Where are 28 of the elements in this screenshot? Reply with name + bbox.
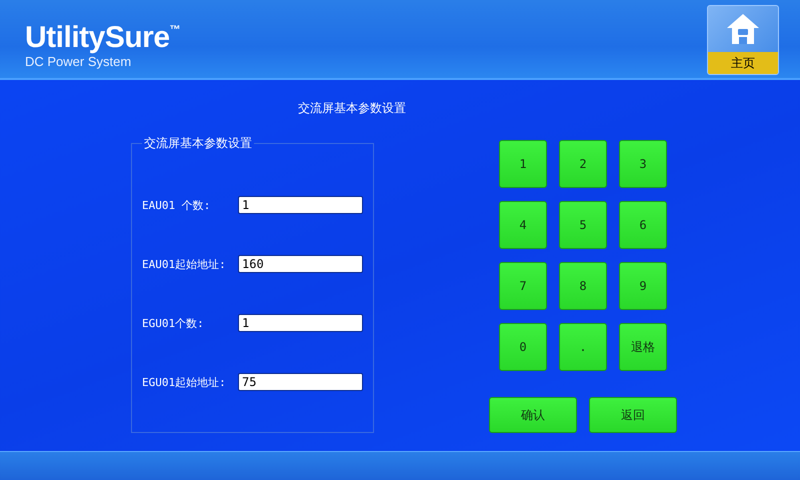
keypad-key[interactable]: 4: [499, 201, 547, 249]
home-button[interactable]: 主页: [707, 5, 779, 75]
input-field[interactable]: 160: [238, 255, 363, 273]
keypad-key[interactable]: 6: [619, 201, 667, 249]
action-button[interactable]: 确认: [489, 397, 577, 433]
input-field[interactable]: 1: [238, 314, 363, 332]
brand-logo: UtilitySure$^{™}$: [25, 20, 180, 54]
input-field[interactable]: 1: [238, 196, 363, 214]
logo-subtitle: DC Power System: [25, 54, 132, 70]
field-label: EAU01起始地址:: [142, 256, 227, 272]
field-label: EGU01起始地址:: [142, 374, 227, 390]
keypad-key[interactable]: 7: [499, 262, 547, 310]
keypad-key[interactable]: 5: [559, 201, 607, 249]
keypad-key[interactable]: 退格: [619, 323, 667, 371]
house-icon: [725, 11, 761, 47]
keypad-key[interactable]: 9: [619, 262, 667, 310]
page-title: 交流屏基本参数设置: [297, 100, 407, 116]
field-label: EAU01 个数:: [142, 198, 212, 212]
keypad-key[interactable]: 3: [619, 140, 667, 188]
input-field[interactable]: 75: [238, 373, 363, 391]
keypad-key[interactable]: 2: [559, 140, 607, 188]
keypad-key[interactable]: .: [559, 323, 607, 371]
keypad-key[interactable]: 1: [499, 140, 547, 188]
keypad-key[interactable]: 0: [499, 323, 547, 371]
panel-title: 交流屏基本参数设置: [143, 135, 253, 152]
keypad-key[interactable]: 8: [559, 262, 607, 310]
field-label: EGU01个数:: [142, 316, 205, 330]
action-button[interactable]: 返回: [589, 397, 677, 433]
